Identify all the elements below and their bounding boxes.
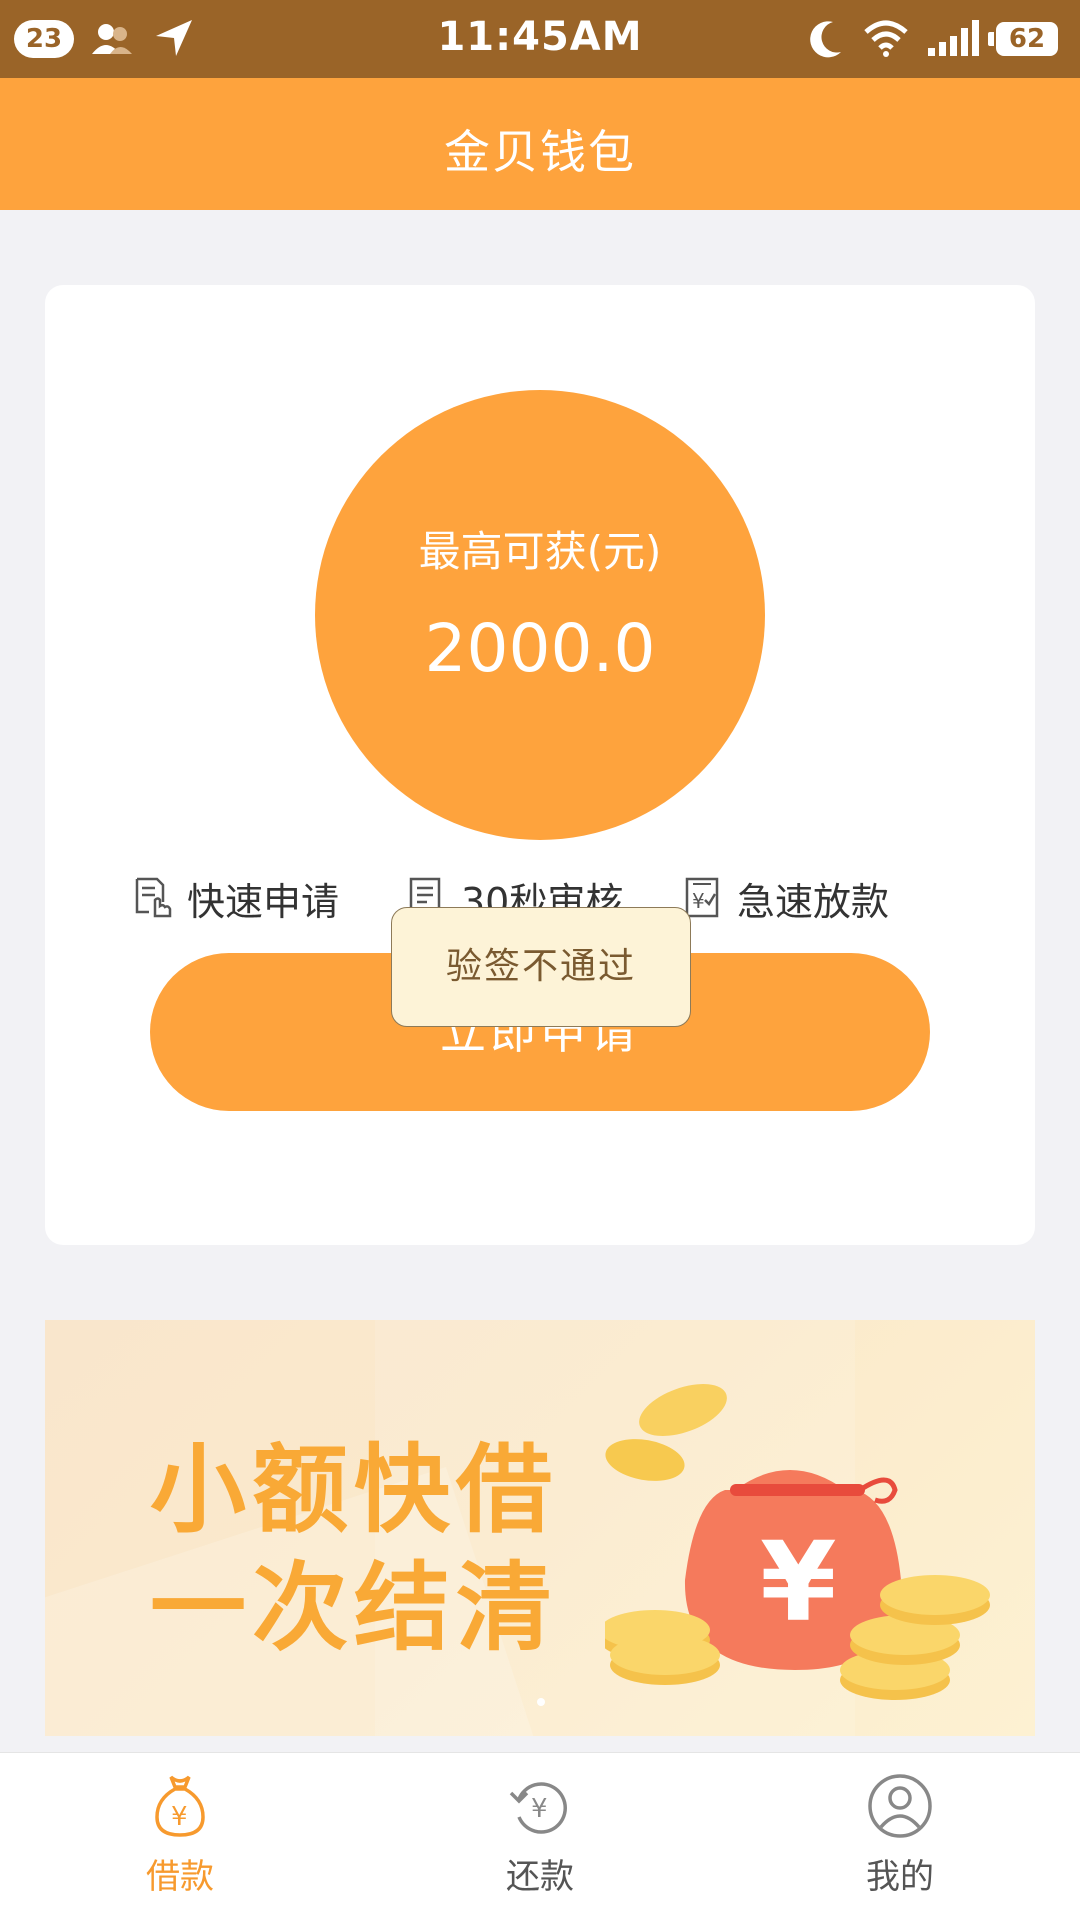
moon-icon bbox=[810, 21, 841, 58]
tab-label: 借款 bbox=[146, 1857, 214, 1897]
bottom-tab-bar: ¥ 借款 ¥ 还款 我的 bbox=[0, 1752, 1080, 1921]
feature-label: 快速申请 bbox=[187, 879, 340, 924]
tab-mine[interactable]: 我的 bbox=[800, 1771, 1000, 1898]
battery-indicator: 62 bbox=[988, 22, 1058, 56]
feature-label: 急速放款 bbox=[737, 879, 890, 924]
banner-headline-2: 一次结清 bbox=[150, 1552, 558, 1664]
feature-quick-apply: 快速申请 bbox=[133, 870, 339, 926]
error-toast: 验签不通过 bbox=[391, 907, 691, 1027]
svg-text:¥: ¥ bbox=[692, 889, 705, 913]
page-title: 金贝钱包 bbox=[444, 125, 636, 179]
money-bag-illustration: ¥ bbox=[605, 1384, 990, 1700]
promo-banner[interactable]: 小额快借 一次结清 ¥ bbox=[45, 1320, 1035, 1736]
limit-circle: 最高可获(元) 2000.0 bbox=[315, 390, 765, 840]
money-bag-icon: ¥ bbox=[155, 1775, 205, 1837]
limit-amount: 2000.0 bbox=[424, 610, 656, 687]
status-bar: 23 11:45AM 62 bbox=[0, 0, 1080, 78]
wifi-icon bbox=[864, 20, 908, 57]
tab-label: 我的 bbox=[866, 1857, 934, 1897]
tab-label: 还款 bbox=[506, 1857, 574, 1897]
profile-icon bbox=[868, 1774, 932, 1838]
signal-icon bbox=[928, 20, 979, 56]
svg-text:¥: ¥ bbox=[531, 1794, 548, 1824]
status-time: 11:45AM bbox=[437, 14, 643, 60]
yuan-receipt-icon: ¥ bbox=[685, 877, 719, 918]
repay-icon: ¥ bbox=[509, 1782, 567, 1834]
svg-text:¥: ¥ bbox=[171, 1802, 188, 1832]
title-bar: 金贝钱包 bbox=[0, 78, 1080, 210]
svg-text:¥: ¥ bbox=[760, 1518, 837, 1646]
tab-repay[interactable]: ¥ 还款 bbox=[440, 1771, 640, 1898]
carousel-indicator[interactable] bbox=[537, 1698, 545, 1706]
feature-fast-payout: ¥ 急速放款 bbox=[683, 870, 889, 926]
loan-card: 最高可获(元) 2000.0 快速申请 30秒审核 ¥ 急速放款 立即申请 bbox=[45, 285, 1035, 1245]
tap-document-icon bbox=[135, 877, 172, 918]
tab-borrow[interactable]: ¥ 借款 bbox=[80, 1771, 280, 1898]
limit-label: 最高可获(元) bbox=[418, 527, 662, 576]
